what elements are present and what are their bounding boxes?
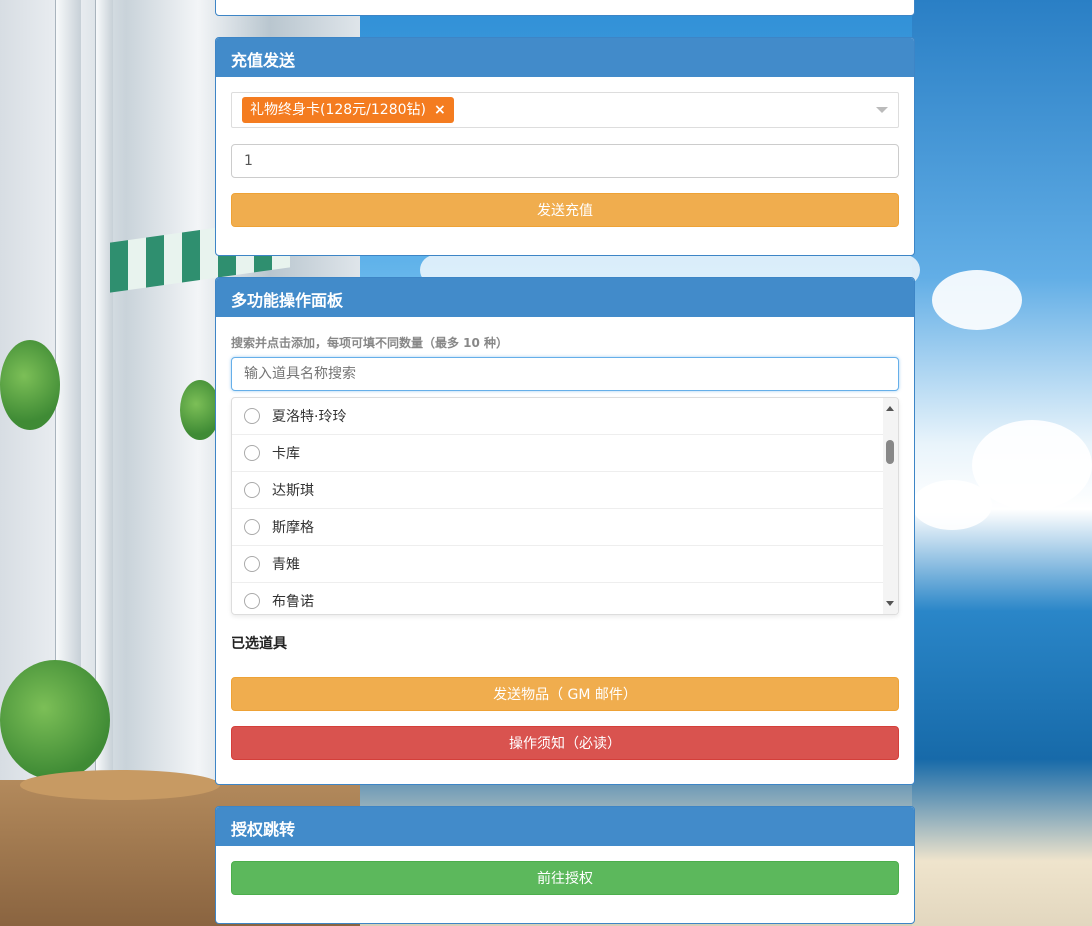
selected-item-label: 礼物终身卡(128元/1280钻): [250, 102, 426, 118]
auth-card: 授权跳转 前往授权: [215, 806, 915, 924]
item-search-input[interactable]: [231, 357, 899, 391]
item-label: 夏洛特·玲玲: [272, 409, 347, 425]
background-sea: [912, 0, 1092, 926]
recharge-item-select[interactable]: 礼物终身卡(128元/1280钻) ×: [231, 92, 899, 128]
radio-icon[interactable]: [244, 408, 260, 424]
go-authorize-button[interactable]: 前往授权: [231, 861, 899, 895]
radio-icon[interactable]: [244, 482, 260, 498]
quantity-input[interactable]: [231, 144, 899, 178]
list-item[interactable]: 布鲁诺: [232, 583, 883, 614]
radio-icon[interactable]: [244, 519, 260, 535]
list-item[interactable]: 卡库: [232, 435, 883, 472]
scroll-up-icon[interactable]: [886, 406, 894, 411]
list-item[interactable]: 青雉: [232, 546, 883, 583]
radio-icon[interactable]: [244, 556, 260, 572]
item-label: 达斯琪: [272, 483, 314, 499]
radio-icon[interactable]: [244, 445, 260, 461]
send-recharge-button[interactable]: 发送充值: [231, 193, 899, 227]
list-item[interactable]: 夏洛特·玲玲: [232, 398, 883, 435]
item-label: 卡库: [272, 446, 300, 462]
item-label: 青雉: [272, 557, 300, 573]
item-dropdown-list[interactable]: 夏洛特·玲玲 卡库 达斯琪 斯摩格 青雉 布鲁诺: [231, 397, 899, 615]
send-items-button[interactable]: 发送物品（ GM 邮件）: [231, 677, 899, 711]
selected-items-title: 已选道具: [231, 636, 287, 652]
notice-button[interactable]: 操作须知（必读）: [231, 726, 899, 760]
list-item[interactable]: 达斯琪: [232, 472, 883, 509]
list-item[interactable]: 斯摩格: [232, 509, 883, 546]
recharge-header: 充值发送: [216, 38, 914, 77]
chevron-down-icon[interactable]: [876, 107, 888, 113]
recharge-card: 充值发送 礼物终身卡(128元/1280钻) × 发送充值: [215, 37, 915, 256]
operation-panel-card: 多功能操作面板 搜索并点击添加，每项可填不同数量（最多 10 种） 夏洛特·玲玲…: [215, 277, 915, 785]
search-hint: 搜索并点击添加，每项可填不同数量（最多 10 种）: [231, 336, 509, 350]
scroll-down-icon[interactable]: [886, 601, 894, 606]
item-label: 斯摩格: [272, 520, 314, 536]
scroll-thumb[interactable]: [886, 440, 894, 464]
item-label: 布鲁诺: [272, 594, 314, 610]
list-scrollbar[interactable]: [883, 398, 898, 614]
panel-header: 多功能操作面板: [216, 278, 914, 317]
top-card: [215, 0, 915, 16]
radio-icon[interactable]: [244, 593, 260, 609]
remove-tag-icon[interactable]: ×: [434, 102, 446, 118]
auth-header: 授权跳转: [216, 807, 914, 846]
selected-item-tag: 礼物终身卡(128元/1280钻) ×: [242, 97, 454, 123]
